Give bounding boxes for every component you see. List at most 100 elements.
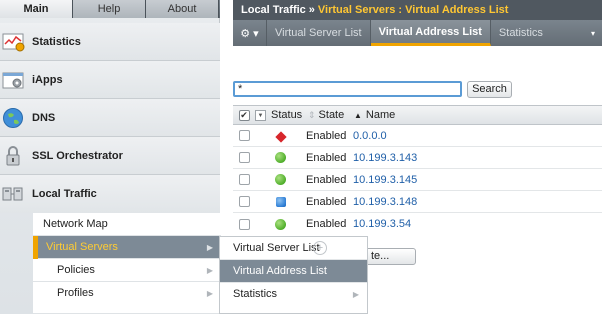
status-cell (255, 174, 306, 185)
state-cell: Enabled (306, 218, 350, 230)
name-cell: 10.199.3.148 (350, 196, 602, 208)
sub-navigation-bar: ⚙ ▾ Virtual Server List Virtual Address … (233, 20, 602, 46)
row-select-cell (233, 218, 255, 230)
flyout-item-virtual-address-list[interactable]: Virtual Address List (220, 260, 367, 283)
tab-virtual-server-list[interactable]: Virtual Server List (267, 20, 371, 46)
state-cell: Enabled (306, 152, 350, 164)
state-cell: Enabled (306, 196, 350, 208)
state-text: Enabled (306, 151, 347, 164)
column-status[interactable]: ▼ Status (255, 109, 306, 121)
chevron-right-icon: ▶ (206, 266, 213, 275)
search-button[interactable]: Search (467, 81, 512, 98)
status-cell (255, 196, 306, 207)
nav-section-label: iApps (32, 73, 63, 86)
name-cell: 10.199.3.143 (350, 152, 602, 164)
state-cell: Enabled (306, 130, 350, 142)
chevron-right-icon: ▶ (206, 243, 213, 252)
sidebar-item-policies[interactable]: Policies ▶ (33, 259, 221, 282)
table-row: Enabled 10.199.3.54 (233, 213, 602, 235)
add-icon[interactable]: + (313, 241, 327, 255)
nav-section-label: Statistics (32, 35, 81, 48)
column-name[interactable]: ▲ Name (350, 109, 602, 121)
chevron-right-icon: ▶ (352, 290, 359, 299)
tab-help[interactable]: Help (73, 0, 146, 18)
row-select-cell (233, 174, 255, 185)
status-cell (255, 218, 306, 230)
status-unknown-icon (276, 196, 286, 207)
tab-virtual-address-list[interactable]: Virtual Address List (370, 20, 491, 46)
address-link[interactable]: 10.199.3.54 (353, 218, 411, 230)
nav-section-label: SSL Orchestrator (32, 149, 123, 162)
breadcrumb-page: Virtual Servers : Virtual Address List (317, 4, 509, 16)
tab-main[interactable]: Main (0, 0, 73, 18)
sidebar-item-label: Policies (57, 264, 95, 276)
name-cell: 10.199.3.54 (350, 218, 602, 230)
table-row: Enabled 10.199.3.148 (233, 191, 602, 213)
address-link[interactable]: 0.0.0.0 (353, 130, 387, 142)
sidebar-item-label: Virtual Servers (46, 241, 118, 253)
row-checkbox[interactable] (238, 152, 250, 163)
address-link[interactable]: 10.199.3.145 (353, 174, 417, 186)
row-checkbox[interactable] (238, 130, 250, 141)
nav-section-label: Local Traffic (32, 188, 97, 200)
nav-section-statistics[interactable]: Statistics (0, 23, 220, 61)
status-available-icon (275, 218, 286, 230)
state-text: Enabled (306, 195, 347, 208)
nav-tabs: Main Help About (0, 0, 220, 18)
sidebar-item-network-map[interactable]: Network Map (33, 213, 221, 236)
selected-item-marker (33, 236, 38, 259)
nav-section-label: DNS (32, 111, 56, 124)
name-cell: 0.0.0.0 (350, 130, 602, 142)
gear-icon[interactable]: ⚙ ▾ (233, 20, 267, 46)
search-input[interactable] (233, 81, 462, 97)
statistics-icon (2, 30, 26, 54)
flyout-item-label: Virtual Server List (233, 242, 320, 254)
row-checkbox[interactable] (238, 174, 250, 185)
table-row: Enabled 10.199.3.145 (233, 169, 602, 191)
tab-about[interactable]: About (146, 0, 219, 18)
status-filter-dropdown-icon[interactable]: ▼ (255, 109, 266, 121)
ssl-lock-icon (2, 144, 26, 168)
nav-section-local-traffic[interactable]: Local Traffic (0, 175, 220, 213)
flyout-item-label: Statistics (233, 288, 278, 300)
column-state[interactable]: ⇕ State (306, 109, 350, 121)
row-checkbox[interactable] (238, 196, 250, 207)
state-text: Enabled (306, 173, 347, 186)
tab-statistics[interactable]: Statistics (491, 20, 551, 46)
sort-ascending-icon: ▲ (354, 110, 362, 120)
chevron-down-icon[interactable]: ▾ (584, 20, 602, 46)
name-cell: 10.199.3.145 (350, 174, 602, 186)
row-select-cell (233, 152, 255, 163)
status-cell (255, 152, 306, 163)
sidebar-item-virtual-servers[interactable]: Virtual Servers ▶ (33, 236, 221, 259)
row-checkbox[interactable] (238, 218, 250, 230)
table-row: Enabled 0.0.0.0 (233, 125, 602, 147)
row-select-cell (233, 130, 255, 141)
column-header-label: Name (365, 109, 396, 121)
nav-section-dns[interactable]: DNS (0, 99, 220, 137)
status-cell (255, 130, 306, 143)
local-traffic-icon (2, 182, 26, 206)
status-available-icon (275, 174, 286, 185)
sidebar-item-label: Profiles (57, 287, 94, 299)
select-all-checkbox[interactable]: ✔ (238, 109, 250, 121)
row-select-cell (233, 196, 255, 207)
nav-section-ssl-orchestrator[interactable]: SSL Orchestrator (0, 137, 220, 175)
sidebar-item-label: Network Map (43, 218, 108, 230)
address-link[interactable]: 10.199.3.148 (353, 196, 417, 208)
breadcrumb: Local Traffic» Virtual Servers : Virtual … (233, 0, 602, 20)
address-link[interactable]: 10.199.3.143 (353, 152, 417, 164)
state-text: Enabled (306, 218, 347, 230)
table-row: Enabled 10.199.3.143 (233, 147, 602, 169)
nav-section-iapps[interactable]: iApps (0, 61, 220, 99)
state-cell: Enabled (306, 174, 350, 186)
flyout-item-virtual-server-list[interactable]: Virtual Server List + (220, 237, 367, 260)
flyout-item-statistics[interactable]: Statistics ▶ (220, 283, 367, 306)
sidebar-item-profiles[interactable]: Profiles ▶ (33, 282, 221, 314)
column-header-label: State (318, 109, 345, 121)
sort-icon: ⇕ (308, 109, 316, 120)
breadcrumb-section[interactable]: Local Traffic (241, 4, 306, 16)
status-offline-icon (275, 130, 287, 143)
column-header-label: Status (271, 109, 303, 121)
virtual-servers-flyout-menu: Virtual Server List + Virtual Address Li… (219, 236, 368, 314)
